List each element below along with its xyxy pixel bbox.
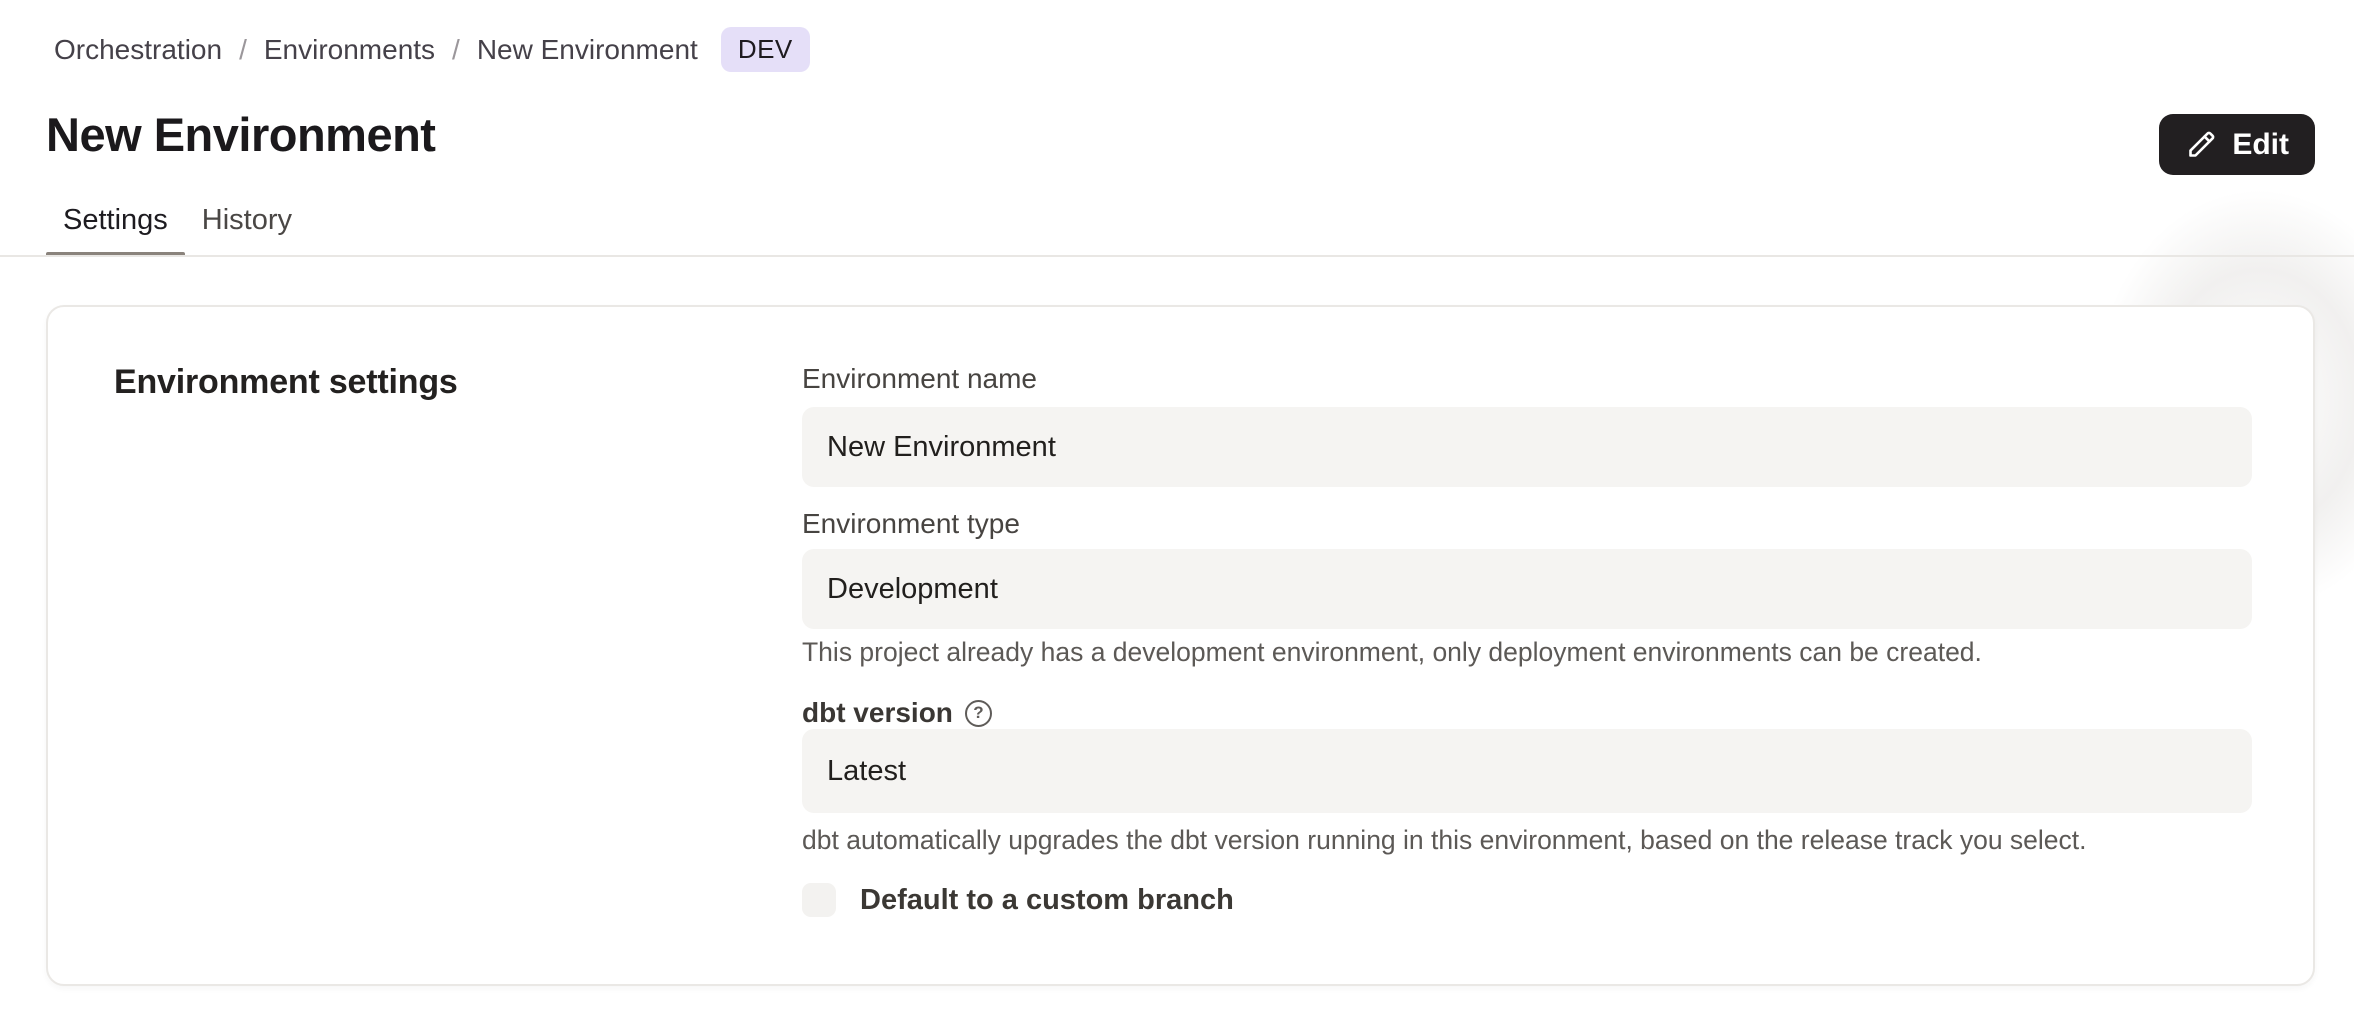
environment-type-label: Environment type <box>802 508 2252 540</box>
breadcrumb-orchestration[interactable]: Orchestration <box>54 34 222 66</box>
dbt-version-input[interactable] <box>802 729 2252 813</box>
environment-name-input[interactable] <box>802 407 2252 487</box>
page: Orchestration / Environments / New Envir… <box>0 0 2354 1020</box>
breadcrumb-separator: / <box>452 34 460 66</box>
page-title: New Environment <box>46 107 435 162</box>
environment-settings-card: Environment settings Environment name En… <box>46 305 2315 986</box>
dbt-version-label: dbt version <box>802 697 953 729</box>
question-mark-circle-icon[interactable]: ? <box>965 700 992 727</box>
breadcrumb: Orchestration / Environments / New Envir… <box>54 27 810 72</box>
tab-divider <box>0 255 2354 257</box>
breadcrumb-environments[interactable]: Environments <box>264 34 435 66</box>
pencil-icon <box>2185 128 2218 161</box>
environment-name-label: Environment name <box>802 363 2252 395</box>
environment-dev-badge: DEV <box>721 27 810 72</box>
tab-bar: Settings History <box>46 196 309 257</box>
environment-type-helper-text: This project already has a development e… <box>802 637 2252 668</box>
environment-settings-form: Environment name Environment type This p… <box>802 307 2252 984</box>
custom-branch-label: Default to a custom branch <box>860 884 1234 917</box>
custom-branch-checkbox[interactable] <box>802 883 836 917</box>
tab-settings[interactable]: Settings <box>46 196 185 257</box>
environment-type-input[interactable] <box>802 549 2252 629</box>
custom-branch-row: Default to a custom branch <box>802 883 2252 917</box>
edit-button-label: Edit <box>2232 128 2289 162</box>
edit-button[interactable]: Edit <box>2159 114 2315 175</box>
tab-history[interactable]: History <box>185 196 309 257</box>
breadcrumb-new-environment[interactable]: New Environment <box>477 34 698 66</box>
card-heading: Environment settings <box>114 363 458 402</box>
breadcrumb-separator: / <box>239 34 247 66</box>
dbt-version-helper-text: dbt automatically upgrades the dbt versi… <box>802 825 2252 856</box>
